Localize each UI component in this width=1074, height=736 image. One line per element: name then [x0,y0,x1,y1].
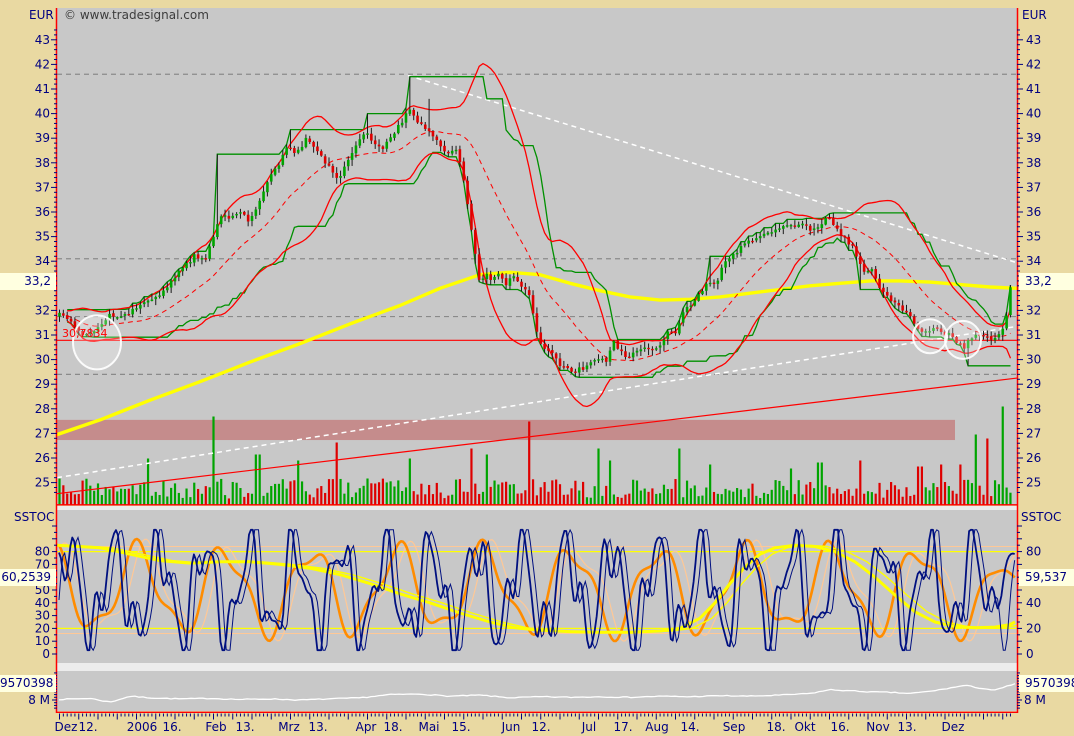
x-axis-label-Dez: Dez [942,720,965,734]
axis-tick-label: 28 [35,402,50,416]
axis-tick-label: 37 [1026,180,1041,194]
axis-tick-label: 32 [1026,303,1041,317]
volume-axis-label-left: 8 M [0,693,50,707]
axis-tick-label: 41 [35,82,50,96]
axis-tick-label: 39 [1026,131,1041,145]
axis-tick-label: 28 [1026,402,1041,416]
axis-tick-label: 35 [35,230,50,244]
axis-tick-label: 32 [35,303,50,317]
axis-tick-label: 26 [1026,451,1041,465]
trading-chart-window: 43 43 42 42 41 41 40 40 39 39 38 38 37 37 36 36 35 35 34 34… [0,0,1074,736]
volume-last-badge-right: 9570398 [1019,675,1074,692]
axis-tick-label: 43 [1026,33,1041,47]
axis-tick-label: 29 [35,377,50,391]
sstoc-last-badge-left: 60,2539 [0,569,56,586]
axis-tick-label: 35 [1026,230,1041,244]
price-axis-title-right: EUR [1022,8,1047,22]
sstoc-last-badge-right: 59,537 [1019,569,1074,586]
x-axis-label-Okt: Okt [794,720,815,734]
axis-tick-label: 30 [35,353,50,367]
x-axis-label-16: 16. [162,720,181,734]
x-axis-label-Mrz: Mrz [278,720,300,734]
x-axis-label-Aug: Aug [645,720,668,734]
axis-tick-label: 0 [1026,647,1034,661]
support-resistance-band [57,420,955,440]
axis-tick-label: 27 [1026,426,1041,440]
x-axis-label-13: 13. [308,720,327,734]
axis-tick-label: 30 [1026,353,1041,367]
x-axis-label-17: 17. [613,720,632,734]
axis-tick-label: 36 [35,205,50,219]
x-axis-label-18: 18. [766,720,785,734]
volume-last-badge-left: 9570398 [0,675,56,692]
x-axis-label-Nov: Nov [866,720,889,734]
x-axis-label-Apr: Apr [356,720,377,734]
axis-tick-label: 31 [35,328,50,342]
x-axis-label-12: 12. [531,720,550,734]
axis-tick-label: 0 [42,647,50,661]
axis-tick-label: 20 [1026,621,1041,635]
axis-tick-label: 39 [35,131,50,145]
axis-tick-label: 25 [1026,476,1041,490]
axis-tick-label: 42 [1026,57,1041,71]
x-axis-labels: Dez12.200616.Feb13.Mrz13.Apr18.Mai15.Jun… [55,720,965,734]
axis-tick-label: 34 [1026,254,1041,268]
x-axis-label-Feb: Feb [205,720,226,734]
sstoc-panel-title-right: SSTOC [1021,510,1061,524]
chart-canvas[interactable]: 43 43 42 42 41 41 40 40 39 39 38 38 37 37 36 36 35 35 34 34… [0,0,1074,736]
x-axis-label-Jul: Jul [581,720,596,734]
axis-tick-label: 36 [1026,205,1041,219]
x-axis-label-Sep: Sep [723,720,746,734]
axis-tick-label: 25 [35,476,50,490]
last-price-badge-right: 33,2 [1019,273,1074,290]
axis-tick-label: 31 [1026,328,1041,342]
axis-tick-label: 38 [1026,156,1041,170]
x-axis-label-2006: 2006 [127,720,158,734]
axis-tick-label: 40 [1026,107,1041,121]
x-axis-label-13: 13. [235,720,254,734]
axis-tick-label: 38 [35,156,50,170]
x-axis-label-13: 13. [897,720,916,734]
axis-tick-label: 42 [35,57,50,71]
volume-axis-label-right: 8 M [1024,693,1046,707]
last-price-badge-left: 33,2 [0,273,56,290]
x-axis-label-15: 15. [451,720,470,734]
x-axis-label-16: 16. [830,720,849,734]
horizontal-level-label: 30,7834 [62,327,108,340]
x-axis-label-Mai: Mai [418,720,439,734]
highlight-circle [945,321,981,359]
axis-tick-label: 34 [35,254,50,268]
x-axis-label-Jun: Jun [501,720,521,734]
highlight-circle [73,315,121,369]
axis-tick-label: 40 [1026,596,1041,610]
x-axis-label-14: 14. [680,720,699,734]
x-axis-label-18: 18. [383,720,402,734]
watermark: © www.tradesignal.com [64,8,209,22]
axis-tick-label: 40 [35,107,50,121]
x-axis-label-Dez: Dez [55,720,78,734]
sstoc-panel-title-left: SSTOC [14,510,54,524]
price-axis-title-left: EUR [29,8,54,22]
axis-tick-label: 37 [35,180,50,194]
axis-tick-label: 29 [1026,377,1041,391]
axis-tick-label: 43 [35,33,50,47]
axis-tick-label: 27 [35,426,50,440]
highlight-circle [913,319,947,353]
x-axis-label-12: 12. [78,720,97,734]
axis-tick-label: 26 [35,451,50,465]
axis-tick-label: 80 [1026,545,1041,559]
axis-tick-label: 41 [1026,82,1041,96]
support-band [57,420,955,440]
